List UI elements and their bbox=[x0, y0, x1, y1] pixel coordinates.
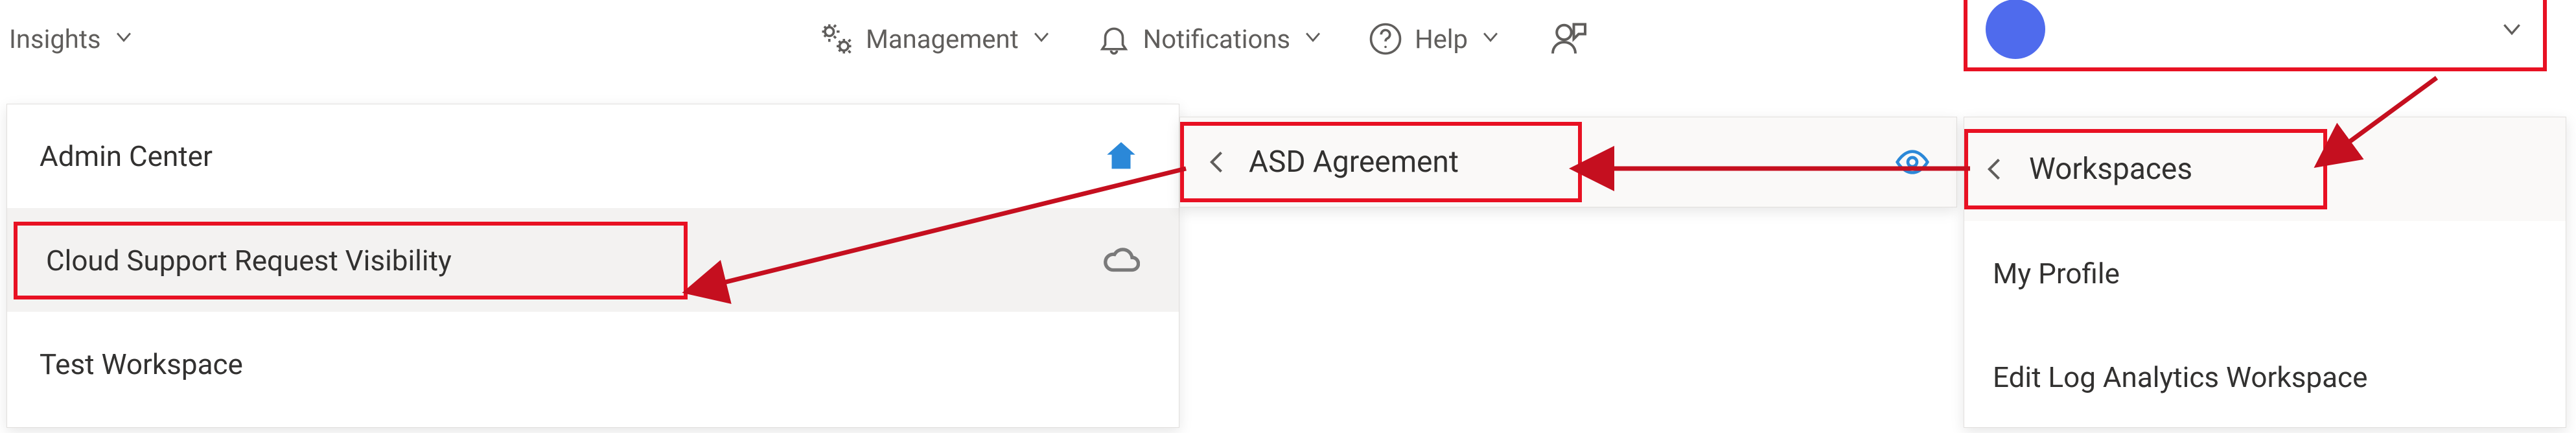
cloud-icon bbox=[1102, 242, 1140, 279]
profile-menu-item-my-profile[interactable]: My Profile bbox=[1964, 221, 2566, 325]
chevron-down-icon bbox=[2499, 16, 2525, 42]
nav-notifications[interactable]: Notifications bbox=[1087, 16, 1333, 62]
chevron-down-icon bbox=[1030, 24, 1052, 54]
chevron-left-icon[interactable] bbox=[1203, 148, 1232, 176]
nav-help-label: Help bbox=[1415, 24, 1468, 54]
workspace-item-label: Cloud Support Request Visibility bbox=[46, 244, 452, 277]
workspace-item-cloud-support[interactable]: Cloud Support Request Visibility bbox=[7, 208, 1179, 312]
nav-insights[interactable]: Insights bbox=[0, 19, 144, 60]
nav-notifications-label: Notifications bbox=[1143, 24, 1290, 54]
top-nav-bar: Insights Management Notifications bbox=[0, 0, 2576, 78]
chevron-left-icon bbox=[1981, 155, 2010, 183]
breadcrumb-panel: ASD Agreement bbox=[1179, 117, 1957, 207]
chevron-down-icon bbox=[1302, 24, 1324, 54]
blank-icon bbox=[1102, 345, 1140, 383]
avatar bbox=[1986, 0, 2045, 59]
bell-icon bbox=[1097, 21, 1131, 56]
highlight-box: ASD Agreement bbox=[1180, 122, 1582, 202]
chevron-down-icon bbox=[113, 24, 135, 54]
profile-menu-back-label: Workspaces bbox=[2029, 152, 2192, 187]
nav-management-label: Management bbox=[866, 24, 1019, 54]
help-icon bbox=[1368, 21, 1403, 56]
profile-menu-panel: Workspaces My Profile Edit Log Analytics… bbox=[1964, 117, 2566, 428]
home-icon bbox=[1102, 137, 1140, 175]
workspace-item-test[interactable]: Test Workspace bbox=[7, 312, 1179, 415]
chevron-down-icon bbox=[1479, 24, 1502, 54]
feedback-icon[interactable] bbox=[1549, 19, 1588, 58]
nav-insights-label: Insights bbox=[9, 24, 101, 54]
breadcrumb-back-label[interactable]: ASD Agreement bbox=[1249, 145, 1459, 180]
nav-left-group: Insights bbox=[0, 19, 144, 60]
nav-management[interactable]: Management bbox=[810, 16, 1062, 62]
visibility-icon[interactable] bbox=[1894, 144, 1931, 180]
highlight-box: Cloud Support Request Visibility bbox=[14, 222, 688, 299]
profile-menu-item-label: My Profile bbox=[1993, 257, 2120, 290]
nav-help[interactable]: Help bbox=[1359, 16, 1511, 62]
workspace-item-label: Test Workspace bbox=[40, 347, 243, 381]
profile-dropdown[interactable] bbox=[1964, 0, 2547, 71]
workspace-item-label: Admin Center bbox=[40, 139, 213, 173]
workspace-list-panel: Admin Center Cloud Support Request Visib… bbox=[6, 104, 1179, 428]
workspace-item-admin-center[interactable]: Admin Center bbox=[7, 104, 1179, 208]
profile-menu-item-edit-law[interactable]: Edit Log Analytics Workspace bbox=[1964, 325, 2566, 428]
highlight-box: Workspaces bbox=[1964, 129, 2327, 209]
profile-menu-item-label: Edit Log Analytics Workspace bbox=[1993, 360, 2367, 394]
gear-icon bbox=[819, 21, 854, 56]
nav-middle-group: Management Notifications Help bbox=[810, 0, 1588, 78]
profile-menu-back[interactable]: Workspaces bbox=[1964, 117, 2566, 221]
